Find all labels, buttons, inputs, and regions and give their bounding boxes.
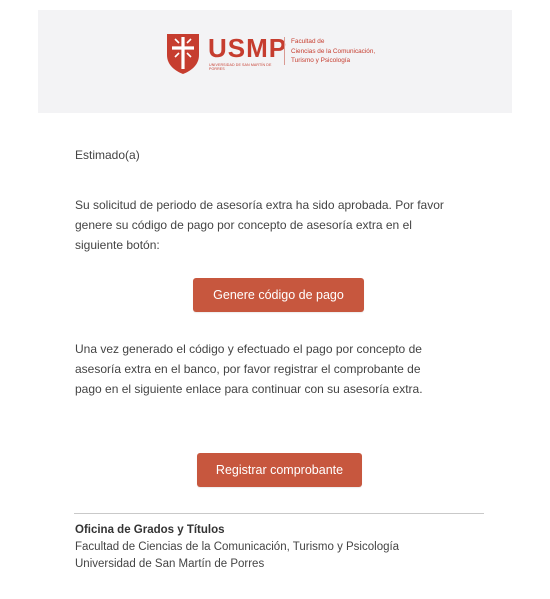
email-signature: Oficina de Grados y Títulos Facultad de … (75, 522, 495, 573)
paragraph-line: siguiente botón: (75, 238, 160, 252)
generate-payment-code-button[interactable]: Genere código de pago (193, 278, 364, 312)
brand-subtitle: Universidad de San Martín de Porres (209, 63, 272, 72)
faculty-line: Facultad de (291, 38, 325, 45)
paragraph-line: Una vez generado el código y efectuado e… (75, 342, 422, 356)
paragraph-line: genere su código de pago por concepto de… (75, 218, 412, 232)
greeting: Estimado(a) (75, 148, 140, 162)
logo-divider (284, 37, 285, 65)
email-page: USMP Universidad de San Martín de Porres… (0, 0, 550, 599)
faculty-name: Facultad de Ciencias de la Comunicación,… (291, 37, 421, 66)
signature-university: Universidad de San Martín de Porres (75, 558, 265, 570)
paragraph-line: pago en el siguiente enlace para continu… (75, 382, 423, 396)
paragraph-line: asesoría extra en el banco, por favor re… (75, 362, 421, 376)
office-name: Oficina de Grados y Títulos (75, 524, 225, 536)
paragraph-line: Su solicitud de periodo de asesoría extr… (75, 198, 444, 212)
email-header: USMP Universidad de San Martín de Porres… (38, 10, 512, 113)
approval-paragraph: Su solicitud de periodo de asesoría extr… (75, 195, 495, 255)
signature-faculty: Facultad de Ciencias de la Comunicación,… (75, 541, 400, 553)
instructions-paragraph: Una vez generado el código y efectuado e… (75, 339, 495, 399)
footer-divider (74, 513, 484, 514)
brand-wordmark: USMP (208, 33, 288, 63)
faculty-line: Turismo y Psicología (291, 57, 351, 65)
email-body: Estimado(a) Su solicitud de periodo de a… (38, 113, 512, 599)
faculty-line: Ciencias de la Comunicación, (291, 47, 376, 55)
usmp-crest-icon (164, 31, 202, 75)
usmp-logo: USMP Universidad de San Martín de Porres… (164, 31, 404, 81)
register-receipt-button[interactable]: Registrar comprobante (197, 453, 362, 487)
